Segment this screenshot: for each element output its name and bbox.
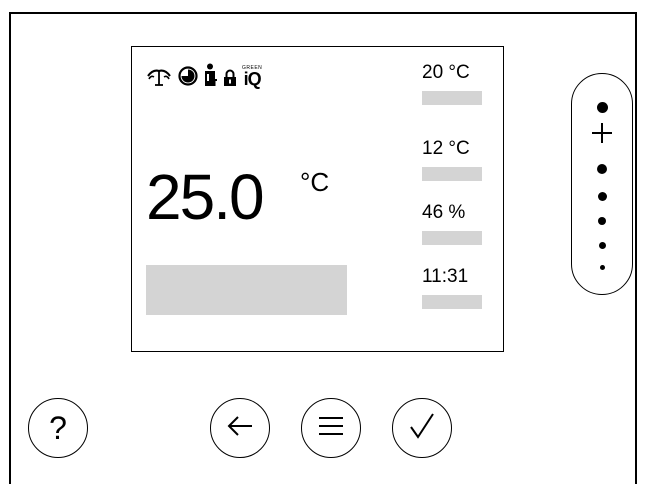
- back-button[interactable]: [210, 398, 270, 458]
- lock-icon: [223, 69, 237, 87]
- side-bar-2: [422, 167, 482, 181]
- plus-icon[interactable]: [591, 122, 613, 149]
- timer-program-icon: [177, 65, 199, 87]
- side-value-3: 46 %: [422, 202, 466, 223]
- help-label: ?: [49, 410, 67, 446]
- display-screen: GREEN iQ 25.0 °C 20 °C 12 °C 46 % 11:31: [131, 46, 504, 352]
- confirm-button[interactable]: [392, 398, 452, 458]
- dot-indicator: [599, 242, 606, 249]
- dot-indicator: [598, 192, 607, 201]
- hamburger-menu-icon: [317, 415, 345, 442]
- side-value-4: 11:31: [422, 266, 469, 287]
- dot-indicator: [598, 217, 606, 225]
- side-bar-3: [422, 231, 482, 245]
- dot-indicator: [600, 265, 605, 270]
- status-icons: GREEN iQ: [146, 61, 262, 89]
- status-bar: [146, 265, 347, 315]
- main-temperature-unit: °C: [300, 167, 330, 197]
- dot-indicator: [597, 164, 607, 174]
- help-button[interactable]: ?: [28, 398, 88, 458]
- iq-label: iQ: [243, 68, 262, 89]
- dot-indicator: [597, 102, 608, 113]
- service-technician-icon: [204, 63, 218, 87]
- arrow-left-icon: [226, 415, 254, 442]
- side-value-1: 20 °C: [422, 62, 470, 83]
- main-temperature: 25.0: [146, 161, 265, 233]
- checkmark-icon: [408, 412, 436, 445]
- side-value-2: 12 °C: [422, 138, 470, 159]
- side-bar-4: [422, 295, 482, 309]
- side-bar-1: [422, 91, 482, 105]
- rotary-selector[interactable]: [571, 73, 633, 295]
- menu-button[interactable]: [301, 398, 361, 458]
- green-iq-icon: GREEN iQ: [242, 65, 262, 89]
- chimney-sweep-icon: [146, 67, 172, 87]
